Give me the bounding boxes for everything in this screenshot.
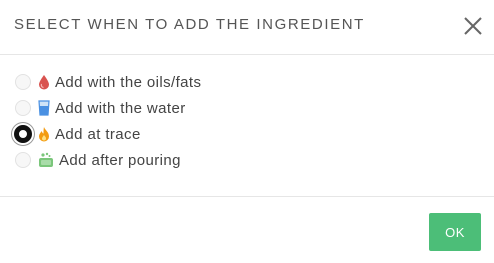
radio-trace[interactable] bbox=[14, 125, 32, 143]
soap-mold-icon bbox=[37, 152, 55, 168]
option-label: Add at trace bbox=[55, 125, 141, 143]
radio-oils-fats[interactable] bbox=[15, 74, 31, 90]
option-label: Add with the oils/fats bbox=[55, 73, 202, 91]
option-label: Add after pouring bbox=[59, 151, 181, 169]
option-oils-fats[interactable]: Add with the oils/fats bbox=[12, 70, 201, 94]
close-button[interactable] bbox=[460, 13, 486, 39]
radio-after-pouring[interactable] bbox=[15, 152, 31, 168]
add-ingredient-dialog: SELECT WHEN TO ADD THE INGREDIENT Add wi… bbox=[0, 0, 494, 263]
oil-drop-icon bbox=[37, 74, 51, 90]
close-icon bbox=[464, 17, 482, 35]
dialog-header: SELECT WHEN TO ADD THE INGREDIENT bbox=[0, 0, 494, 55]
dialog-title: SELECT WHEN TO ADD THE INGREDIENT bbox=[14, 16, 365, 33]
radio-water[interactable] bbox=[15, 100, 31, 116]
flame-icon bbox=[37, 126, 51, 142]
option-after-pouring[interactable]: Add after pouring bbox=[12, 148, 181, 172]
water-glass-icon bbox=[37, 100, 51, 116]
ok-button[interactable]: OK bbox=[429, 213, 481, 251]
option-water[interactable]: Add with the water bbox=[12, 96, 186, 120]
dialog-footer: OK bbox=[0, 196, 494, 263]
option-trace[interactable]: Add at trace bbox=[12, 122, 141, 146]
option-label: Add with the water bbox=[55, 99, 186, 117]
